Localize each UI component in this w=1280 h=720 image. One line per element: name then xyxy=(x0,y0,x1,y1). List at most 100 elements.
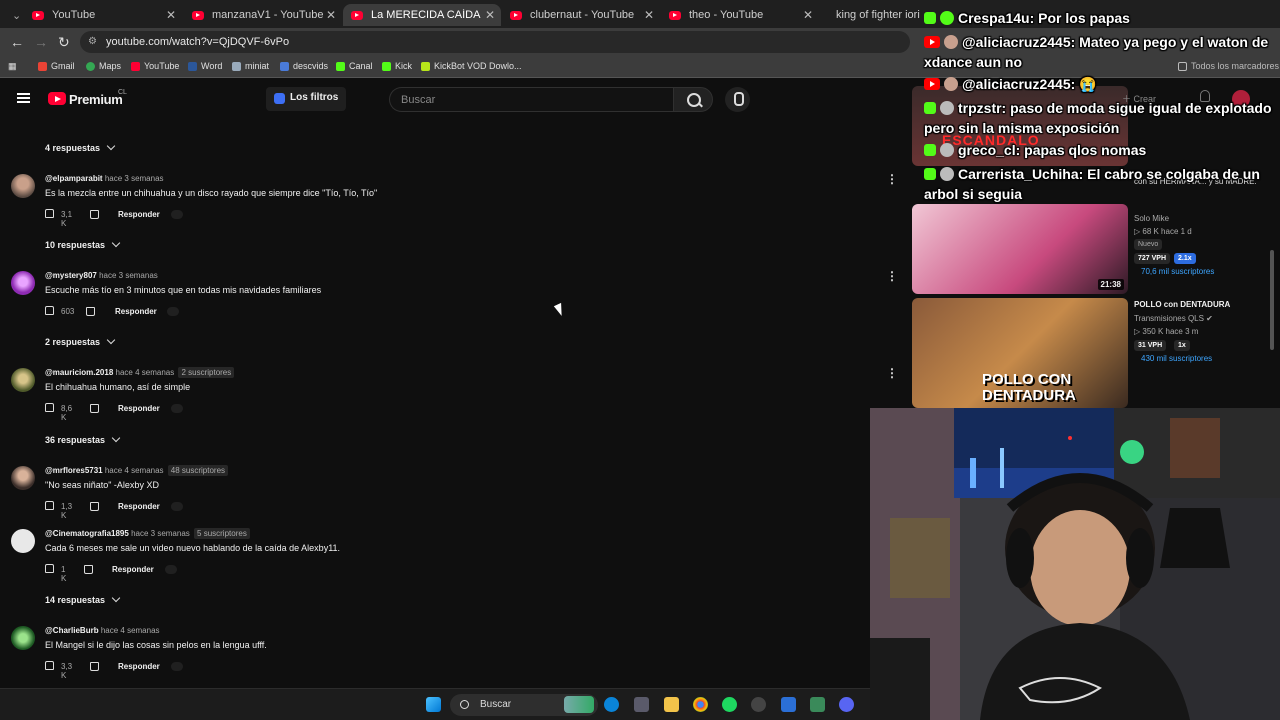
reply-button[interactable]: Responder xyxy=(118,662,160,671)
avatar[interactable] xyxy=(11,466,35,490)
comment-author[interactable]: @mauriciom.2018 xyxy=(45,368,113,377)
bookmark-youtube[interactable]: YouTube xyxy=(131,61,179,71)
bookmark-descvids[interactable]: descvids xyxy=(280,61,328,71)
reload-icon[interactable]: ↻ xyxy=(58,34,70,51)
video-title[interactable]: POLLO con DENTADURA xyxy=(1134,300,1230,309)
comment-time[interactable]: hace 4 semanas xyxy=(116,368,175,377)
comment-text: Escuche más tío en 3 minutos que en toda… xyxy=(45,285,322,295)
reply-button[interactable]: Responder xyxy=(112,565,154,574)
more-options-icon[interactable]: ⋮ xyxy=(886,269,898,283)
tab-clubernaut[interactable]: clubernaut - YouTube ✕ xyxy=(502,4,660,26)
dislike-icon[interactable] xyxy=(84,565,93,574)
file-explorer-icon[interactable] xyxy=(664,697,679,712)
subscriber-count: 70,6 mil suscriptores xyxy=(1141,267,1215,276)
youtube-logo-icon[interactable] xyxy=(48,92,66,105)
app-icon[interactable] xyxy=(781,697,796,712)
like-icon[interactable] xyxy=(45,403,54,412)
tab-active-video[interactable]: La MERECIDA CAÍDA de ALEXB ✕ xyxy=(343,4,501,26)
partial-actions-row xyxy=(45,111,195,117)
like-icon[interactable] xyxy=(45,564,54,573)
app-icon[interactable] xyxy=(810,697,825,712)
close-icon[interactable]: ✕ xyxy=(166,8,176,22)
more-options-icon[interactable]: ⋮ xyxy=(886,366,898,380)
bookmark-canal[interactable]: Canal xyxy=(336,61,373,71)
filters-button[interactable]: Los filtros xyxy=(266,87,347,111)
avatar[interactable] xyxy=(11,529,35,553)
comment-time[interactable]: hace 3 semanas xyxy=(131,529,190,538)
windows-start-icon[interactable] xyxy=(426,697,441,712)
channel-name[interactable]: Solo Mike xyxy=(1134,214,1169,223)
replies-toggle[interactable]: 36 respuestas xyxy=(45,435,119,445)
reply-button[interactable]: Responder xyxy=(115,307,157,316)
close-icon[interactable]: ✕ xyxy=(644,8,654,22)
menu-icon[interactable] xyxy=(17,93,30,103)
avatar[interactable] xyxy=(11,626,35,650)
bookmark-maps[interactable]: Maps xyxy=(86,61,121,71)
bookmark-word[interactable]: Word xyxy=(188,61,222,71)
search-input[interactable]: Buscar xyxy=(389,87,673,112)
discord-icon[interactable] xyxy=(839,697,854,712)
tab-theo[interactable]: theo - YouTube ✕ xyxy=(661,4,819,26)
reply-button[interactable]: Responder xyxy=(118,502,160,511)
dislike-icon[interactable] xyxy=(90,502,99,511)
comment-time[interactable]: hace 3 semanas xyxy=(105,174,164,183)
comment-author[interactable]: @mystery807 xyxy=(45,271,97,280)
close-icon[interactable]: ✕ xyxy=(326,8,336,22)
tab-search-button[interactable]: ⌄ xyxy=(4,4,21,26)
like-icon[interactable] xyxy=(45,501,54,510)
obs-icon[interactable] xyxy=(751,697,766,712)
reply-button[interactable]: Responder xyxy=(118,404,160,413)
comment-author[interactable]: @Cinematografia1895 xyxy=(45,529,129,538)
comment-time[interactable]: hace 4 semanas xyxy=(101,626,160,635)
chrome-icon[interactable] xyxy=(693,697,708,712)
dislike-icon[interactable] xyxy=(90,210,99,219)
bookmark-kickbot[interactable]: KickBot VOD Dowlo... xyxy=(421,61,522,71)
dislike-icon[interactable] xyxy=(90,404,99,413)
tab-title: theo - YouTube xyxy=(689,9,764,21)
bookmark-miniat[interactable]: miniat xyxy=(232,61,269,71)
avatar[interactable] xyxy=(11,271,35,295)
back-arrow-icon[interactable]: ← xyxy=(10,34,24,50)
comment-author[interactable]: @CharlieBurb xyxy=(45,626,99,635)
comment-time[interactable]: hace 3 semanas xyxy=(99,271,158,280)
bookmark-kick[interactable]: Kick xyxy=(382,61,412,71)
reply-button[interactable]: Responder xyxy=(118,210,160,219)
edge-icon[interactable] xyxy=(604,697,619,712)
bookmark-gmail[interactable]: Gmail xyxy=(38,61,75,71)
replies-toggle[interactable]: 14 respuestas xyxy=(45,595,119,605)
scrollbar[interactable] xyxy=(1270,250,1274,350)
channel-name[interactable]: Transmisiones QLS ✔ xyxy=(1134,314,1213,323)
comment-author[interactable]: @mrflores5731 xyxy=(45,466,103,475)
site-info-icon[interactable]: ⚙ xyxy=(88,36,97,47)
tab-manzana[interactable]: manzanaV1 - YouTube ✕ xyxy=(184,4,342,26)
avatar[interactable] xyxy=(11,174,35,198)
more-options-icon[interactable]: ⋮ xyxy=(886,172,898,186)
search-highlight-icon[interactable] xyxy=(564,696,594,713)
replies-toggle[interactable]: 2 respuestas xyxy=(45,337,114,347)
video-thumbnail[interactable]: POLLO CON DENTADURA xyxy=(912,298,1128,408)
replies-toggle[interactable]: 10 respuestas xyxy=(45,240,119,250)
like-icon[interactable] xyxy=(45,209,54,218)
like-icon[interactable] xyxy=(45,306,54,315)
dislike-icon[interactable] xyxy=(86,307,95,316)
tab-google-search[interactable]: king of fighter iori - Bus xyxy=(820,4,920,26)
replies-toggle[interactable]: 4 respuestas xyxy=(45,143,114,153)
close-icon[interactable]: ✕ xyxy=(485,8,495,22)
avatar[interactable] xyxy=(11,368,35,392)
premium-logo-text[interactable]: Premium xyxy=(69,92,123,107)
like-icon[interactable] xyxy=(45,661,54,670)
store-icon[interactable] xyxy=(634,697,649,712)
dislike-icon[interactable] xyxy=(90,662,99,671)
microphone-icon[interactable] xyxy=(725,87,750,112)
spotify-icon[interactable] xyxy=(722,697,737,712)
video-thumbnail[interactable]: 21:38 xyxy=(912,204,1128,294)
video-stats: ▷ 68 K hace 1 d xyxy=(1134,227,1192,236)
comment-author[interactable]: @elpamparabit xyxy=(45,174,103,183)
close-icon[interactable]: ✕ xyxy=(803,8,813,22)
apps-grid-icon[interactable]: ▦ xyxy=(8,61,17,72)
address-bar[interactable]: ⚙ youtube.com/watch?v=QjDQVF-6vPo xyxy=(80,31,910,53)
tab-youtube[interactable]: YouTube ✕ xyxy=(24,4,182,26)
comment-time[interactable]: hace 4 semanas xyxy=(105,466,164,475)
forward-arrow-icon[interactable]: → xyxy=(34,34,48,50)
search-icon[interactable] xyxy=(673,87,713,112)
